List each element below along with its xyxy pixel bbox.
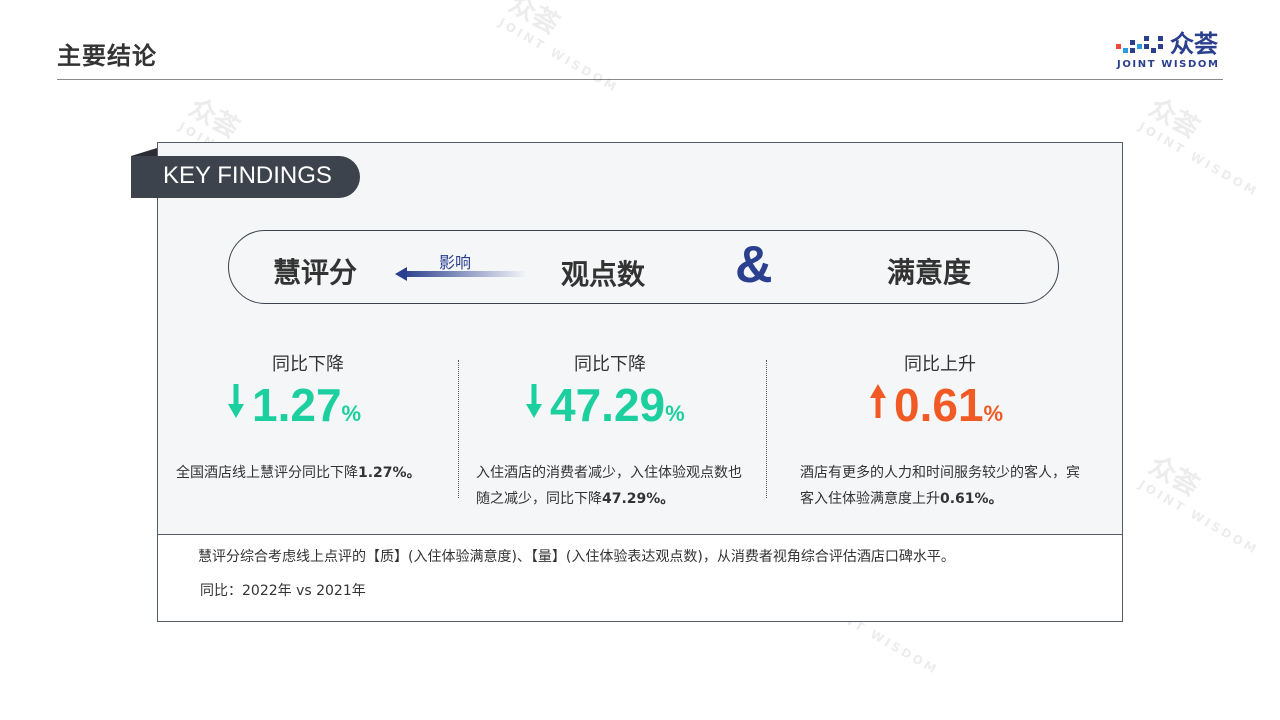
term-score: 慧评分	[273, 256, 358, 289]
arrow-up-icon	[870, 384, 886, 418]
key-findings-label: KEY FINDINGS	[163, 162, 332, 189]
tab-fold	[131, 148, 157, 156]
metric-value: 0.61%	[870, 378, 1003, 432]
relationship-pill: 慧评分 影响 观点数 & 满意度	[228, 230, 1059, 304]
watermark: 众荟JOINT WISDOM	[1136, 450, 1262, 558]
metric-description: 入住酒店的消费者减少，入住体验观点数也随之减少，同比下降47.29%。	[476, 465, 742, 507]
arrow-down-icon	[526, 384, 542, 418]
comparison-period-note: 同比：2022年 vs 2021年	[200, 583, 366, 599]
key-findings-tab: KEY FINDINGS	[131, 156, 360, 198]
influence-label: 影响	[439, 253, 472, 272]
column-divider	[766, 360, 767, 498]
metric-value: 47.29%	[526, 378, 685, 432]
watermark: 众荟JOINT WISDOM	[496, 0, 622, 96]
column-divider	[458, 360, 459, 498]
arrow-down-icon	[228, 384, 244, 418]
logo-mark-icon	[1116, 36, 1163, 53]
brand-logo: 众荟 JOINT WISDOM	[1114, 30, 1230, 72]
score-definition-note: 慧评分综合考虑线上点评的【质】(入住体验满意度)、【量】(入住体验表达观点数)，…	[198, 549, 955, 565]
logo-chinese-text: 众荟	[1170, 30, 1218, 58]
term-satisfaction: 满意度	[887, 256, 972, 289]
metric-description: 酒店有更多的人力和时间服务较少的客人，宾客入住体验满意度上升0.61%。	[800, 465, 1080, 507]
logo-english-text: JOINT WISDOM	[1117, 59, 1220, 70]
watermark: 众荟JOINT WISDOM	[1136, 92, 1262, 200]
title-divider	[57, 79, 1223, 80]
trend-label: 同比上升	[904, 354, 976, 375]
trend-label: 同比下降	[272, 354, 344, 375]
metric-description: 全国酒店线上慧评分同比下降1.27%。	[176, 465, 421, 481]
ampersand: &	[735, 236, 773, 294]
page-title: 主要结论	[57, 42, 157, 70]
term-opinions: 观点数	[561, 258, 646, 291]
trend-label: 同比下降	[574, 354, 646, 375]
metric-value: 1.27%	[228, 378, 361, 432]
